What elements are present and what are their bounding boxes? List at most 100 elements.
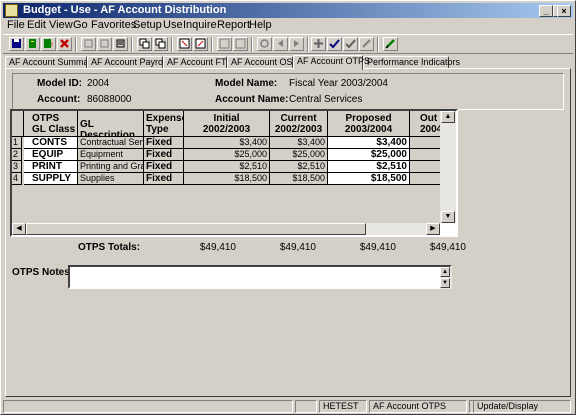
- scroll-right-icon[interactable]: ▶: [426, 223, 440, 235]
- otps-notes-label: OTPS Notes:: [12, 267, 74, 278]
- status-mode: Update/Display: [473, 400, 571, 413]
- cell-current[interactable]: $25,000: [270, 149, 328, 161]
- cell-initial[interactable]: $3,400: [184, 137, 270, 149]
- cell-gl-class[interactable]: EQUIP: [24, 149, 78, 161]
- menu-go[interactable]: Go: [73, 19, 88, 31]
- grid-corner: [12, 111, 24, 137]
- back-icon[interactable]: [273, 37, 288, 51]
- col-header-current[interactable]: Current 2002/2003: [270, 111, 328, 137]
- row-number[interactable]: 2: [12, 149, 22, 161]
- menu-help[interactable]: Help: [249, 19, 272, 31]
- toolbar-separator: [131, 37, 133, 52]
- menu-favorites[interactable]: Favorites: [91, 19, 136, 31]
- col-header-expense-type[interactable]: Expense Type: [144, 111, 184, 137]
- cell-description[interactable]: Equipment: [78, 149, 144, 161]
- record-list-icon[interactable]: [97, 37, 112, 51]
- otps-grid: OTPS GL Class GL Description Expense Typ…: [10, 109, 458, 237]
- col-header-initial[interactable]: Initial 2002/2003: [184, 111, 270, 137]
- arrow-right-icon[interactable]: [193, 37, 208, 51]
- tree-new-icon[interactable]: !: [41, 37, 56, 51]
- row-number[interactable]: 4: [12, 173, 22, 185]
- close-button[interactable]: ×: [557, 5, 571, 17]
- menu-use[interactable]: Use: [163, 19, 183, 31]
- cell-description[interactable]: Printing and Graph: [78, 161, 144, 173]
- cell-out[interactable]: [410, 149, 440, 161]
- grid-icon[interactable]: [217, 37, 232, 51]
- col-header-gl-description[interactable]: GL Description: [78, 111, 144, 137]
- list-icon[interactable]: [113, 37, 128, 51]
- add-icon[interactable]: [311, 37, 326, 51]
- pen-icon[interactable]: [383, 37, 398, 51]
- menu-file[interactable]: File: [7, 19, 25, 31]
- cell-gl-class[interactable]: SUPPLY: [24, 173, 78, 185]
- cell-description[interactable]: Supplies: [78, 173, 144, 185]
- scroll-left-icon[interactable]: ◀: [12, 223, 26, 235]
- settings-icon[interactable]: [257, 37, 272, 51]
- col-header-out[interactable]: Out 2004: [410, 111, 440, 137]
- total-out: $49,410: [429, 242, 466, 253]
- cell-initial[interactable]: $25,000: [184, 149, 270, 161]
- cell-proposed[interactable]: $25,000: [328, 149, 410, 161]
- cell-gl-class[interactable]: PRINT: [24, 161, 78, 173]
- menu-bar: File Edit View Go Favorites Setup Use In…: [3, 18, 573, 33]
- cell-initial[interactable]: $2,510: [184, 161, 270, 173]
- cell-out[interactable]: [410, 173, 440, 185]
- col-header-gl-class[interactable]: OTPS GL Class: [24, 111, 78, 137]
- delete-icon[interactable]: [57, 37, 72, 51]
- notes-scrollbar[interactable]: ▲ ▼: [440, 267, 452, 289]
- cell-out[interactable]: [410, 161, 440, 173]
- tree-icon[interactable]: [25, 37, 40, 51]
- scroll-up-icon[interactable]: ▲: [441, 111, 455, 123]
- cell-expense-type[interactable]: Fixed: [144, 161, 184, 173]
- model-id-value: 2004: [87, 78, 110, 89]
- toolbar-separator: [377, 37, 379, 52]
- menu-view[interactable]: View: [49, 19, 73, 31]
- cell-gl-class[interactable]: CONTS: [24, 137, 78, 149]
- cell-expense-type[interactable]: Fixed: [144, 173, 184, 185]
- edit-icon[interactable]: [359, 37, 374, 51]
- title-bar[interactable]: Budget - Use - AF Account Distribution _…: [3, 3, 573, 18]
- scroll-thumb[interactable]: [26, 223, 366, 235]
- tab-af-account-otps[interactable]: AF Account OTPS: [293, 55, 370, 70]
- tab-panel-otps: Model ID: 2004 Account: 86088000 Model N…: [5, 68, 571, 397]
- cell-current[interactable]: $3,400: [270, 137, 328, 149]
- menu-report[interactable]: Report: [217, 19, 250, 31]
- copy-icon[interactable]: [137, 37, 152, 51]
- menu-inquire[interactable]: Inquire: [183, 19, 217, 31]
- cell-out[interactable]: [410, 137, 440, 149]
- scroll-down-icon[interactable]: ▼: [440, 278, 450, 288]
- window-title: Budget - Use - AF Account Distribution: [23, 4, 227, 16]
- cell-description[interactable]: Contractual Servic: [78, 137, 144, 149]
- forward-icon[interactable]: [289, 37, 304, 51]
- otps-notes-field[interactable]: [68, 265, 452, 289]
- grid-icon[interactable]: [233, 37, 248, 51]
- cell-proposed[interactable]: $2,510: [328, 161, 410, 173]
- cell-current[interactable]: $18,500: [270, 173, 328, 185]
- arrow-left-icon[interactable]: [177, 37, 192, 51]
- grid-vertical-scrollbar[interactable]: ▲ ▼: [440, 111, 456, 223]
- row-number[interactable]: 1: [12, 137, 22, 149]
- status-panel-blank: [295, 400, 317, 413]
- row-number[interactable]: 3: [12, 161, 22, 173]
- check-icon[interactable]: [327, 37, 342, 51]
- cell-current[interactable]: $2,510: [270, 161, 328, 173]
- account-value: 86088000: [87, 94, 132, 105]
- scroll-down-icon[interactable]: ▼: [441, 211, 455, 223]
- check-all-icon[interactable]: [343, 37, 358, 51]
- scroll-up-icon[interactable]: ▲: [440, 267, 450, 277]
- save-icon[interactable]: [9, 37, 24, 51]
- menu-edit[interactable]: Edit: [27, 19, 46, 31]
- menu-setup[interactable]: Setup: [133, 19, 162, 31]
- col-header-proposed[interactable]: Proposed 2003/2004: [328, 111, 410, 137]
- paste-icon[interactable]: [153, 37, 168, 51]
- model-id-label: Model ID:: [37, 78, 82, 89]
- cell-expense-type[interactable]: Fixed: [144, 149, 184, 161]
- record-first-icon[interactable]: [81, 37, 96, 51]
- minimize-button[interactable]: _: [539, 5, 553, 17]
- cell-proposed[interactable]: $18,500: [328, 173, 410, 185]
- cell-expense-type[interactable]: Fixed: [144, 137, 184, 149]
- total-current: $49,410: [279, 242, 316, 253]
- cell-proposed[interactable]: $3,400: [328, 137, 410, 149]
- grid-horizontal-scrollbar[interactable]: ◀ ▶: [12, 223, 440, 235]
- cell-initial[interactable]: $18,500: [184, 173, 270, 185]
